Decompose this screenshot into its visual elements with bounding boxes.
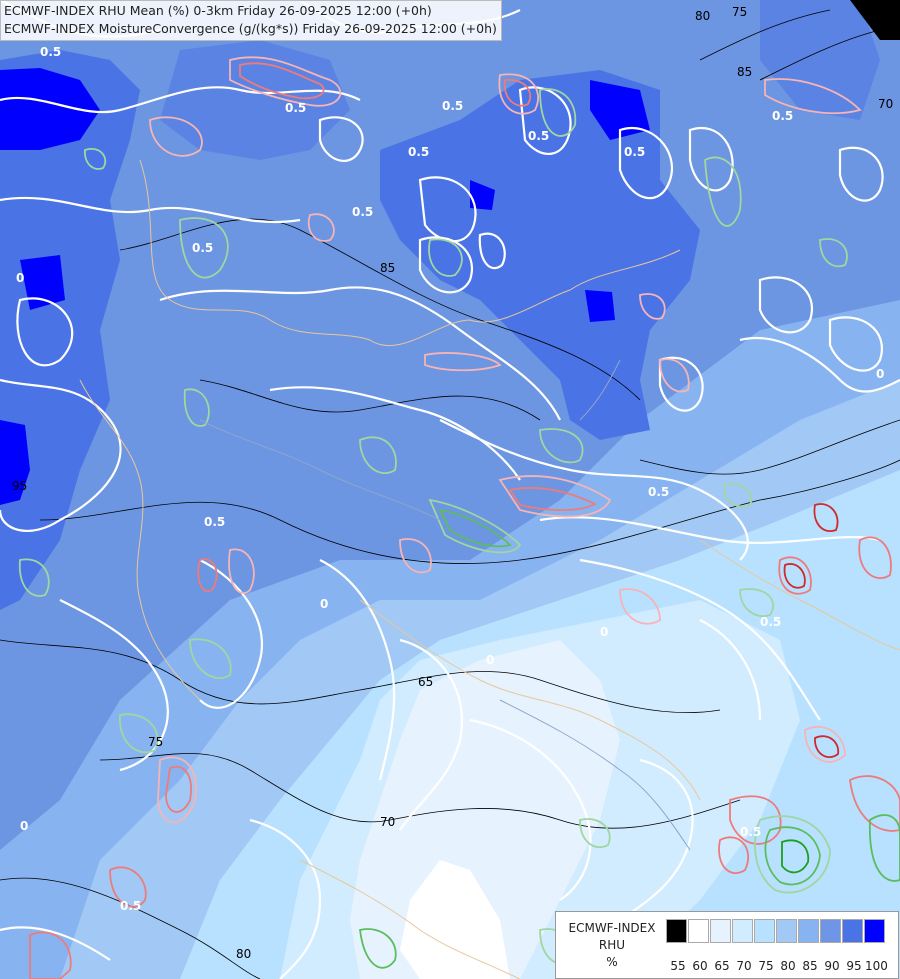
legend-swatch	[666, 919, 687, 943]
legend-tick-label: 60	[692, 959, 708, 973]
contour-label: 70	[878, 97, 893, 111]
contour-label: 0.5	[408, 145, 429, 159]
contour-label: 0	[486, 653, 494, 667]
contour-label: 0.5	[624, 145, 645, 159]
legend-tick-label: 80	[780, 959, 796, 973]
contour-label: 80	[236, 947, 251, 961]
contour-label: 95	[12, 479, 27, 493]
legend-label-line: RHU	[598, 938, 626, 952]
weather-map: 80 75 85 70 0.5 0.5 0.5 0.5 0.5 0.5 0.5 …	[0, 0, 900, 979]
contour-label: 0.5	[352, 205, 373, 219]
legend-tick-label: 55	[670, 959, 686, 973]
contour-label: 0.5	[120, 899, 141, 913]
legend-swatch	[776, 919, 797, 943]
contour-label: 75	[148, 735, 163, 749]
contour-label: 0.5	[442, 99, 463, 113]
contour-label: 0	[20, 819, 28, 833]
contour-label: 0.5	[192, 241, 213, 255]
legend-tick-label: 100	[865, 959, 888, 973]
legend-tick-label: 70	[736, 959, 752, 973]
contour-label: 85	[737, 65, 752, 79]
legend-swatch	[710, 919, 731, 943]
contour-label: 0.5	[760, 615, 781, 629]
legend-tick-label: 85	[802, 959, 818, 973]
contour-label: 0.5	[285, 101, 306, 115]
contour-label: 0	[600, 625, 608, 639]
legend-swatch	[732, 919, 753, 943]
legend-tick-label: 95	[846, 959, 862, 973]
legend-label: ECMWF-INDEX RHU %	[560, 920, 664, 971]
contour-label: 0.5	[772, 109, 793, 123]
contour-label: 0	[876, 367, 884, 381]
contour-label: 85	[380, 261, 395, 275]
color-legend: ECMWF-INDEX RHU % 55 60 65 70 75 80 85 90 95 100	[555, 911, 899, 979]
map-title-box: ECMWF-INDEX RHU Mean (%) 0-3km Friday 26…	[0, 0, 502, 41]
map-title-convergence: ECMWF-INDEX MoistureConvergence (g/(kg*s…	[4, 21, 497, 36]
contour-label: 75	[732, 5, 747, 19]
contour-label: 65	[418, 675, 433, 689]
legend-label-line: ECMWF-INDEX	[568, 921, 656, 935]
legend-label-line: %	[606, 955, 618, 969]
map-title-rhu: ECMWF-INDEX RHU Mean (%) 0-3km Friday 26…	[4, 3, 432, 18]
legend-swatch	[754, 919, 775, 943]
legend-tick-label: 90	[824, 959, 840, 973]
contour-label: 70	[380, 815, 395, 829]
legend-swatch	[842, 919, 863, 943]
contour-label: 0.5	[204, 515, 225, 529]
legend-swatch	[688, 919, 709, 943]
contour-label: 0.5	[648, 485, 669, 499]
legend-tick-label: 75	[758, 959, 774, 973]
legend-swatch	[820, 919, 841, 943]
contour-label: 0.5	[528, 129, 549, 143]
legend-tick-label: 65	[714, 959, 730, 973]
contour-label: 0.5	[740, 825, 761, 839]
legend-swatch	[798, 919, 819, 943]
contour-label: 0	[16, 271, 24, 285]
contour-label: 0	[320, 597, 328, 611]
contour-label: 80	[695, 9, 710, 23]
contour-label: 0.5	[40, 45, 61, 59]
legend-swatch	[864, 919, 885, 943]
